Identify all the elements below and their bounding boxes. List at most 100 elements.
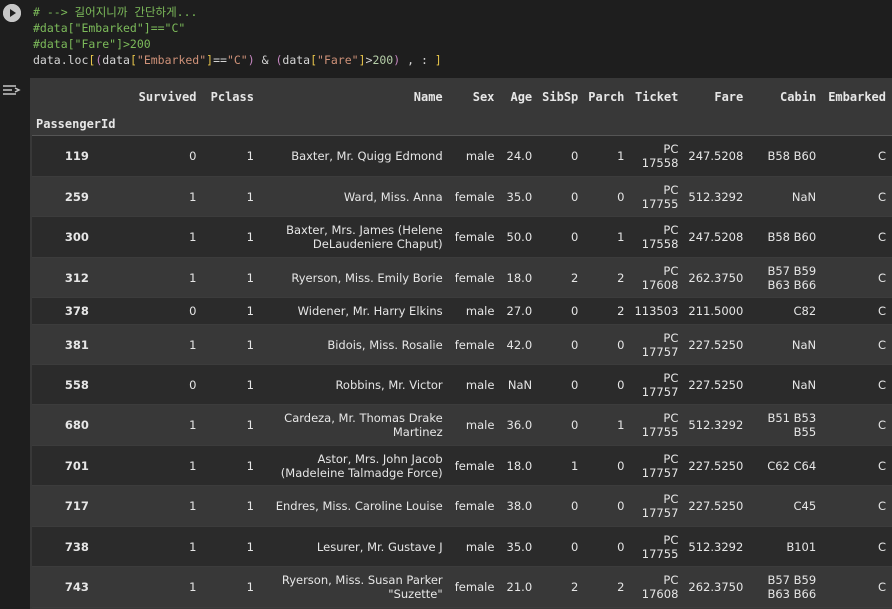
table-row: 259 1 1 Ward, Miss. Anna female 35.0 0 0 PC 1775… xyxy=(32,176,892,217)
table-cell-pclass: 1 xyxy=(246,304,254,318)
table-cell-ticket: PC 17755 xyxy=(641,411,679,439)
table-cell-parch: 1 xyxy=(617,230,625,244)
table-cell-fare: 512.3292 xyxy=(688,418,744,432)
table-cell-cabin: C45 xyxy=(793,499,817,513)
table-cell-survived: 1 xyxy=(189,499,197,513)
table-cell-fare: 262.3750 xyxy=(688,270,744,285)
row-index: 119 xyxy=(64,149,89,163)
table-cell-fare: 247.5208 xyxy=(688,149,744,163)
table-row: 738 1 1 Lesurer, Mr. Gustave J male 35.0 0 0 PC … xyxy=(32,526,892,567)
table-cell-survived: 1 xyxy=(189,418,197,432)
table-cell-sibsp: 0 xyxy=(570,539,579,554)
table-cell-parch: 2 xyxy=(617,270,625,285)
table-cell-ticket: PC 17757 xyxy=(641,492,679,520)
table-cell-embarked: C xyxy=(877,304,886,318)
table-cell-parch: 0 xyxy=(617,458,625,473)
table-cell-pclass: 1 xyxy=(246,230,254,244)
table-cell-sex: female xyxy=(454,230,495,244)
table-cell-pclass: 1 xyxy=(246,418,254,432)
index-corner xyxy=(32,81,124,113)
table-cell-sibsp: 0 xyxy=(570,337,579,352)
table-cell-sex: male xyxy=(465,377,495,392)
table-cell-name: Widener, Mr. Harry Elkins xyxy=(297,304,443,318)
table-row: 701 1 1 Astor, Mrs. John Jacob (Madeleine T… xyxy=(32,445,892,486)
table-cell-sibsp: 0 xyxy=(570,189,579,204)
table-cell-embarked: C xyxy=(877,418,886,432)
table-cell-survived: 1 xyxy=(189,230,197,244)
play-circle-icon xyxy=(3,4,21,22)
run-cell-button[interactable] xyxy=(3,4,21,22)
table-cell-embarked: C xyxy=(877,377,886,392)
table-cell-age: NaN xyxy=(507,377,533,392)
table-cell-embarked: C xyxy=(877,337,886,352)
output-settings-icon[interactable] xyxy=(2,82,22,98)
table-cell-age: 18.0 xyxy=(506,270,533,285)
table-row: 312 1 1 Ryerson, Miss. Emily Borie female 18.… xyxy=(32,257,892,298)
table-cell-pclass: 1 xyxy=(246,270,254,285)
table-cell-pclass: 1 xyxy=(246,539,254,554)
table-cell-cabin: B57 B59 B63 B66 xyxy=(767,573,817,601)
index-name: PassengerId xyxy=(36,117,116,131)
table-cell-pclass: 1 xyxy=(246,499,254,513)
table-cell-pclass: 1 xyxy=(246,580,254,594)
table-row: 378 0 1 Widener, Mr. Harry Elkins male 27.0 0 2… xyxy=(32,297,892,325)
table-cell-ticket: PC 17755 xyxy=(641,182,679,211)
table-cell-age: 36.0 xyxy=(506,418,533,432)
table-cell-age: 42.0 xyxy=(506,337,533,352)
table-cell-sex: female xyxy=(454,337,495,352)
table-cell-survived: 1 xyxy=(189,189,197,204)
table-cell-fare: 227.5250 xyxy=(688,499,744,513)
code-line-2: #data["Embarked"]=="C" xyxy=(33,21,186,35)
table-cell-survived: 0 xyxy=(189,304,197,318)
column-header: Pclass xyxy=(210,90,254,104)
column-header: Sex xyxy=(472,90,495,104)
table-cell-sibsp: 0 xyxy=(570,499,579,513)
column-header: Survived xyxy=(138,90,197,104)
table-cell-survived: 1 xyxy=(189,337,197,352)
table-cell-fare: 262.3750 xyxy=(688,580,744,594)
table-cell-sibsp: 2 xyxy=(570,270,579,285)
row-index: 300 xyxy=(64,230,89,244)
row-index: 717 xyxy=(64,499,89,513)
table-cell-sibsp: 0 xyxy=(570,304,579,318)
table-cell-cabin: B58 B60 xyxy=(767,230,817,244)
column-header: Ticket xyxy=(635,90,679,104)
table-cell-pclass: 1 xyxy=(246,189,254,204)
code-editor[interactable]: # --> 길어지니까 간단하게... #data["Embarked"]=="… xyxy=(30,0,892,76)
table-cell-survived: 0 xyxy=(189,149,197,163)
table-cell-fare: 227.5250 xyxy=(688,458,744,473)
table-cell-age: 18.0 xyxy=(506,458,533,473)
table-row: 680 1 1 Cardeza, Mr. Thomas Drake Martinez m… xyxy=(32,404,892,446)
table-cell-fare: 247.5208 xyxy=(688,230,744,244)
table-cell-sex: female xyxy=(454,580,495,594)
table-cell-ticket: PC 17757 xyxy=(641,330,679,359)
table-cell-age: 35.0 xyxy=(506,539,533,554)
table-cell-embarked: C xyxy=(877,539,886,554)
table-cell-ticket: PC 17558 xyxy=(641,223,679,251)
table-cell-embarked: C xyxy=(877,230,886,244)
table-cell-cabin: NaN xyxy=(791,337,817,352)
table-cell-age: 27.0 xyxy=(506,304,533,318)
row-index: 259 xyxy=(64,189,89,204)
table-cell-fare: 512.3292 xyxy=(688,189,744,204)
table-cell-survived: 1 xyxy=(189,270,197,285)
code-cell[interactable]: # --> 길어지니까 간단하게... #data["Embarked"]=="… xyxy=(0,0,892,76)
table-cell-fare: 512.3292 xyxy=(688,539,744,554)
row-index: 743 xyxy=(64,580,89,594)
table-cell-ticket: PC 17757 xyxy=(641,370,679,399)
column-header-row: Survived Pclass Name Sex Age SibSp Parch… xyxy=(32,81,892,113)
table-cell-embarked: C xyxy=(877,189,886,204)
code-line-1: # --> 길어지니까 간단하게... xyxy=(33,5,198,19)
table-cell-fare: 227.5250 xyxy=(688,337,744,352)
table-cell-age: 35.0 xyxy=(506,189,533,204)
row-index: 701 xyxy=(64,458,89,473)
code-line-3: #data["Fare"]>200 xyxy=(33,37,151,51)
table-cell-ticket: PC 17757 xyxy=(641,451,679,480)
column-header: Parch xyxy=(588,90,625,104)
table-cell-cabin: B101 xyxy=(786,539,817,554)
table-cell-parch: 0 xyxy=(617,539,625,554)
table-cell-sex: male xyxy=(465,539,495,554)
table-cell-parch: 0 xyxy=(617,337,625,352)
cell-output: Survived Pclass Name Sex Age SibSp Parch… xyxy=(30,78,892,609)
table-row: 558 0 1 Robbins, Mr. Victor male NaN 0 0 PC 1775… xyxy=(32,364,892,405)
